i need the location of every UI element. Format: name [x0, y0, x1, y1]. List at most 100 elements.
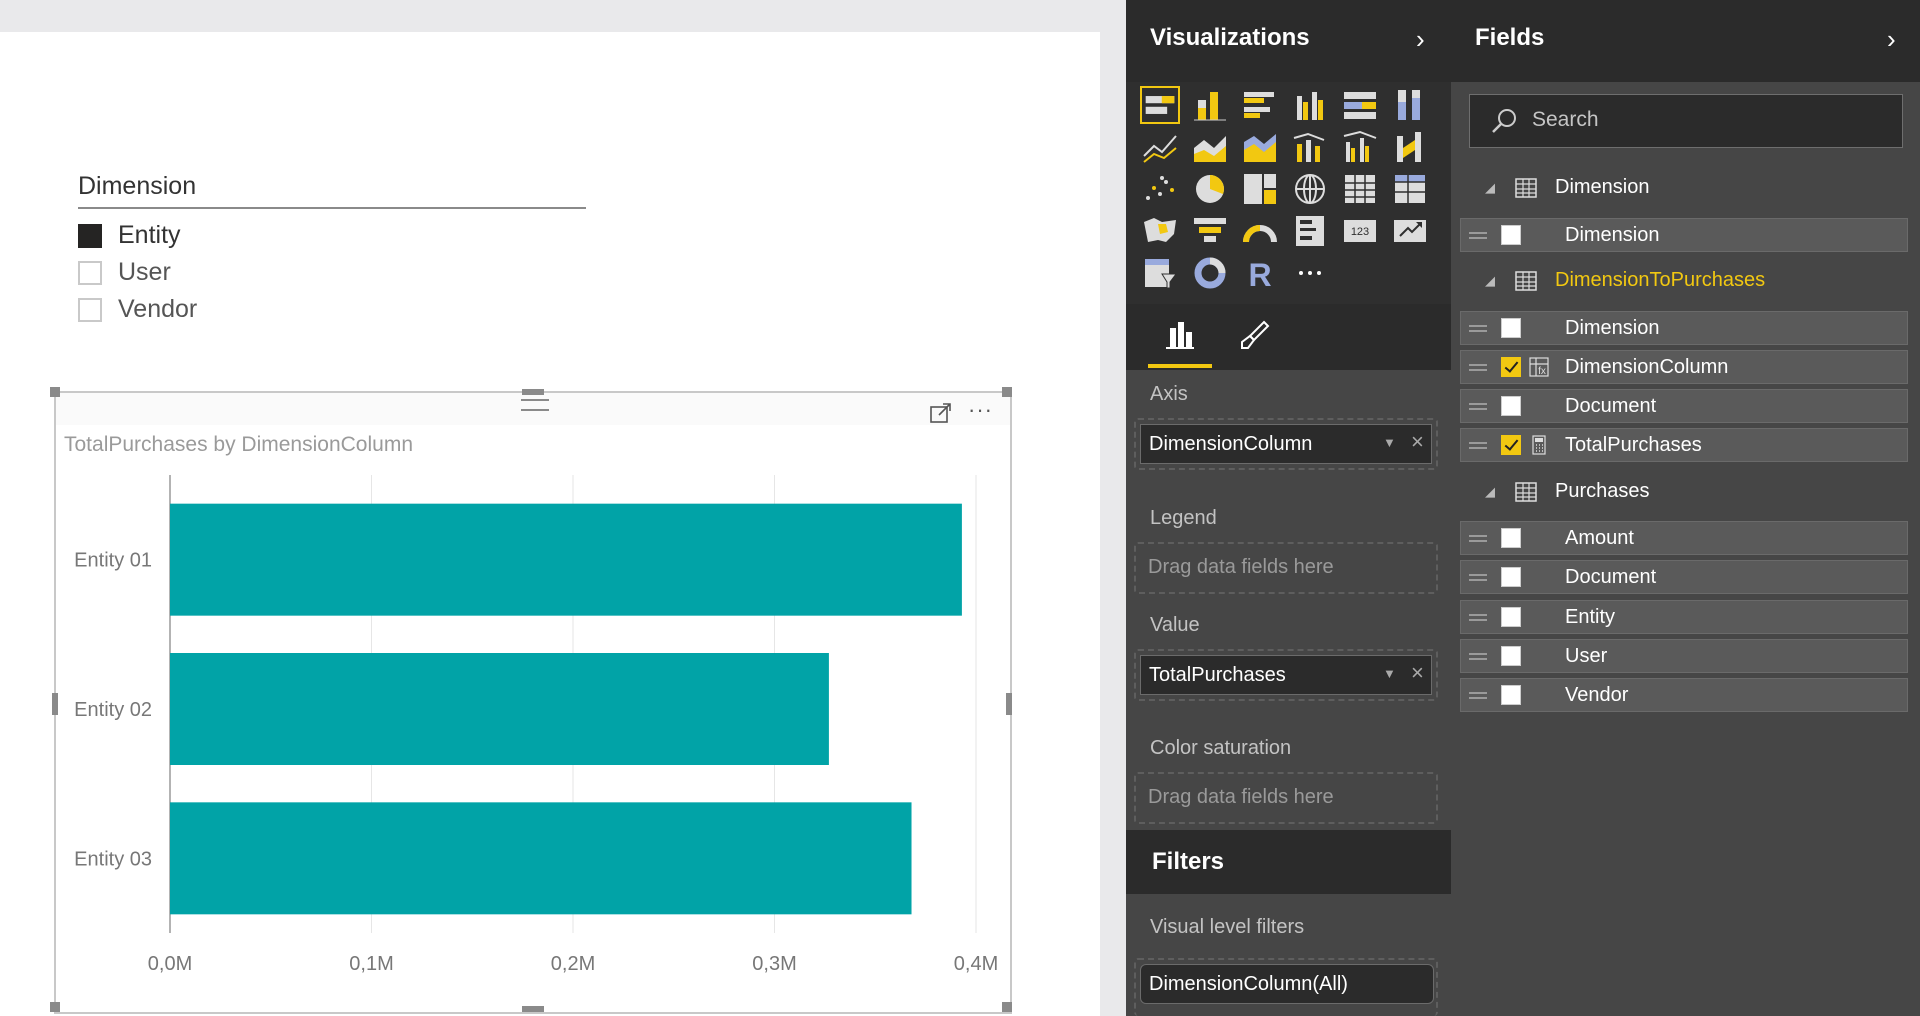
- legend-well[interactable]: Drag data fields here: [1134, 542, 1438, 594]
- field-checkbox-checked[interactable]: [1501, 435, 1521, 455]
- line-and-stacked-column-icon[interactable]: [1290, 128, 1330, 166]
- gauge-icon[interactable]: [1240, 212, 1280, 250]
- ribbon-chart-icon[interactable]: [1390, 128, 1430, 166]
- dimension-slicer[interactable]: Dimension Entity User Vendor: [78, 172, 586, 328]
- table-dimensiontopurchases[interactable]: ◢ DimensionToPurchases: [1465, 265, 1905, 299]
- treemap-icon[interactable]: [1240, 170, 1280, 208]
- axis-field-pill[interactable]: DimensionColumn ▼ ×: [1140, 424, 1432, 464]
- field-checkbox[interactable]: [1501, 646, 1521, 666]
- value-field-pill[interactable]: TotalPurchases ▼ ×: [1140, 655, 1432, 695]
- scatter-chart-icon[interactable]: [1140, 170, 1180, 208]
- field-checkbox[interactable]: [1501, 567, 1521, 587]
- field-checkbox[interactable]: [1501, 225, 1521, 245]
- resize-handle-top-right[interactable]: [1002, 387, 1012, 397]
- bar[interactable]: [170, 653, 829, 765]
- stacked-area-chart-icon[interactable]: [1240, 128, 1280, 166]
- value-well[interactable]: TotalPurchases ▼ ×: [1134, 649, 1438, 701]
- map-icon[interactable]: [1290, 170, 1330, 208]
- visual-filter-card[interactable]: DimensionColumn(All): [1140, 964, 1434, 1004]
- donut-chart-icon[interactable]: [1190, 254, 1230, 292]
- field-checkbox-checked[interactable]: [1501, 357, 1521, 377]
- bar[interactable]: [170, 802, 912, 915]
- fields-tab-icon[interactable]: [1160, 316, 1200, 356]
- bar-chart-visual[interactable]: ··· TotalPurchases by DimensionColumn 0,…: [50, 387, 1012, 1014]
- drag-handle-icon[interactable]: [1469, 574, 1487, 581]
- search-input[interactable]: [1532, 105, 1892, 135]
- collapse-visualizations-chevron-icon[interactable]: ›: [1416, 24, 1425, 55]
- resize-handle-top-left[interactable]: [50, 387, 60, 397]
- remove-field-icon[interactable]: ×: [1411, 660, 1424, 686]
- slicer-item-vendor[interactable]: Vendor: [78, 291, 586, 328]
- clustered-column-chart-icon[interactable]: [1290, 86, 1330, 124]
- card-icon[interactable]: 123: [1340, 212, 1380, 250]
- slicer-checkbox[interactable]: [78, 223, 102, 248]
- drag-handle-icon[interactable]: [1469, 692, 1487, 699]
- remove-field-icon[interactable]: ×: [1411, 429, 1424, 455]
- field-checkbox[interactable]: [1501, 318, 1521, 338]
- axis-well[interactable]: DimensionColumn ▼ ×: [1134, 418, 1438, 470]
- kpi-icon[interactable]: [1390, 212, 1430, 250]
- collapse-caret-icon[interactable]: ◢: [1485, 273, 1495, 289]
- line-and-clustered-column-icon[interactable]: [1340, 128, 1380, 166]
- filled-map-icon[interactable]: [1140, 212, 1180, 250]
- field-item[interactable]: Dimension: [1460, 218, 1908, 252]
- fields-search-box[interactable]: [1469, 94, 1903, 148]
- 100-stacked-bar-chart-icon[interactable]: [1340, 86, 1380, 124]
- resize-handle-bottom[interactable]: [522, 1006, 544, 1012]
- slicer-item-entity[interactable]: Entity: [78, 217, 586, 254]
- clustered-bar-chart-icon[interactable]: [1240, 86, 1280, 124]
- field-item[interactable]: User: [1460, 639, 1908, 673]
- field-item[interactable]: Vendor: [1460, 678, 1908, 712]
- report-page[interactable]: Dimension Entity User Vendor ··· TotalPu…: [0, 32, 1100, 1016]
- resize-handle-bottom-right[interactable]: [1002, 1002, 1012, 1012]
- field-item[interactable]: Document: [1460, 560, 1908, 594]
- field-item[interactable]: Dimension: [1460, 311, 1908, 345]
- field-checkbox[interactable]: [1501, 396, 1521, 416]
- field-item[interactable]: Entity: [1460, 600, 1908, 634]
- drag-handle-icon[interactable]: [1469, 442, 1487, 449]
- stacked-column-chart-icon[interactable]: [1190, 86, 1230, 124]
- drag-handle-icon[interactable]: [1469, 403, 1487, 410]
- field-item[interactable]: Document: [1460, 389, 1908, 423]
- resize-handle-right[interactable]: [1006, 693, 1012, 715]
- field-checkbox[interactable]: [1501, 607, 1521, 627]
- line-chart-icon[interactable]: [1140, 128, 1180, 166]
- bar[interactable]: [170, 503, 962, 616]
- field-item[interactable]: fx DimensionColumn: [1460, 350, 1908, 384]
- field-checkbox[interactable]: [1501, 528, 1521, 548]
- chevron-down-icon[interactable]: ▼: [1383, 666, 1396, 681]
- chevron-down-icon[interactable]: ▼: [1383, 435, 1396, 450]
- drag-handle-icon[interactable]: [1469, 653, 1487, 660]
- drag-handle-icon[interactable]: [1469, 325, 1487, 332]
- collapse-caret-icon[interactable]: ◢: [1485, 484, 1495, 500]
- visual-level-filters-well[interactable]: DimensionColumn(All): [1134, 958, 1438, 1016]
- format-paintbrush-icon[interactable]: [1234, 316, 1274, 356]
- pie-chart-icon[interactable]: [1190, 170, 1230, 208]
- stacked-bar-chart-icon[interactable]: [1140, 86, 1180, 124]
- table-visual-icon[interactable]: [1340, 170, 1380, 208]
- slicer-visual-icon[interactable]: [1140, 254, 1180, 292]
- collapse-fields-chevron-icon[interactable]: ›: [1887, 24, 1896, 55]
- drag-handle-icon[interactable]: [1469, 232, 1487, 239]
- resize-handle-bottom-left[interactable]: [50, 1002, 60, 1012]
- color-saturation-well[interactable]: Drag data fields here: [1134, 772, 1438, 824]
- slicer-checkbox[interactable]: [78, 297, 102, 322]
- drag-handle-icon[interactable]: [1469, 364, 1487, 371]
- resize-handle-top[interactable]: [522, 389, 544, 395]
- funnel-icon[interactable]: [1190, 212, 1230, 250]
- table-dimension[interactable]: ◢ Dimension: [1465, 172, 1905, 206]
- slicer-checkbox[interactable]: [78, 260, 102, 285]
- collapse-caret-icon[interactable]: ◢: [1485, 180, 1495, 196]
- field-item[interactable]: Amount: [1460, 521, 1908, 555]
- field-item[interactable]: TotalPurchases: [1460, 428, 1908, 462]
- matrix-visual-icon[interactable]: [1390, 170, 1430, 208]
- slicer-item-user[interactable]: User: [78, 254, 586, 291]
- r-script-visual-icon[interactable]: R: [1240, 254, 1280, 292]
- resize-handle-left[interactable]: [52, 693, 58, 715]
- drag-handle-icon[interactable]: [1469, 535, 1487, 542]
- table-purchases[interactable]: ◢ Purchases: [1465, 476, 1905, 510]
- more-visuals-icon[interactable]: [1290, 254, 1330, 292]
- field-checkbox[interactable]: [1501, 685, 1521, 705]
- 100-stacked-column-chart-icon[interactable]: [1390, 86, 1430, 124]
- multi-row-card-icon[interactable]: [1290, 212, 1330, 250]
